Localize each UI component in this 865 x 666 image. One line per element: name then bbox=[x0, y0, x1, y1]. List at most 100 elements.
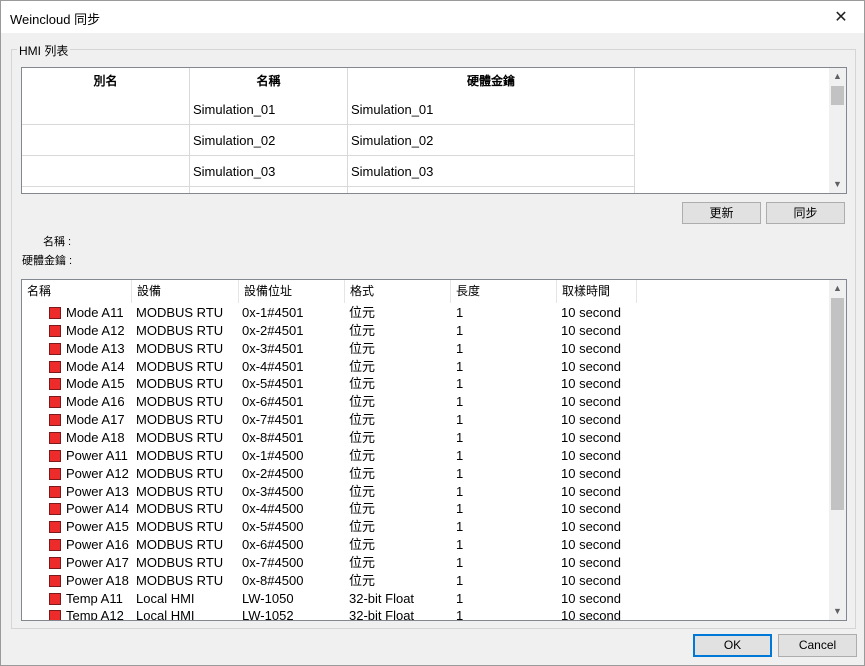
tag-list-row[interactable]: Power A16 MODBUS RTU 0x-6#4500 位元 1 10 second bbox=[22, 536, 830, 554]
red-square-icon bbox=[49, 503, 61, 516]
tag-device-cell: MODBUS RTU bbox=[136, 572, 224, 588]
tag-format-cell: 32-bit Float bbox=[349, 590, 415, 606]
tag-address-cell: 0x-3#4500 bbox=[242, 483, 304, 499]
tag-sampling-cell: 10 second bbox=[561, 322, 621, 338]
hmi-table-row[interactable]: Simulation_03 Simulation_03 bbox=[22, 156, 828, 187]
window-title: Weincloud 同步 bbox=[10, 12, 101, 27]
tag-list-row[interactable]: Mode A17 MODBUS RTU 0x-7#4501 位元 1 10 second bbox=[22, 411, 830, 429]
column-header-hardware-key[interactable]: 硬體金鑰 bbox=[348, 68, 635, 94]
hmi-alias-cell bbox=[22, 94, 190, 125]
red-square-icon bbox=[49, 592, 61, 605]
hmi-name-cell: Simulation_02 bbox=[190, 125, 348, 156]
tag-address-cell: 0x-2#4501 bbox=[242, 322, 304, 338]
tag-length-cell: 1 bbox=[456, 501, 464, 517]
tag-length-cell: 1 bbox=[456, 572, 464, 588]
tag-address-cell: 0x-6#4500 bbox=[242, 537, 304, 553]
tag-length-cell: 1 bbox=[456, 358, 464, 374]
column-header-device[interactable]: 設備 bbox=[132, 280, 239, 303]
tag-device-cell: MODBUS RTU bbox=[136, 322, 224, 338]
tag-name-cell: Power A16 bbox=[66, 537, 129, 553]
red-square-icon bbox=[49, 574, 61, 587]
hmi-table-scrollbar[interactable]: ▲ ▼ bbox=[829, 68, 846, 193]
tag-format-cell: 位元 bbox=[349, 554, 376, 570]
tag-address-cell: 0x-7#4500 bbox=[242, 554, 304, 570]
hmi-table[interactable]: 別名 名稱 硬體金鑰 Simulation_01 Simulation_01 Sim… bbox=[21, 67, 847, 194]
tag-list-row[interactable]: Mode A11 MODBUS RTU 0x-1#4501 位元 1 10 second bbox=[22, 304, 830, 322]
tag-list-row[interactable]: Mode A13 MODBUS RTU 0x-3#4501 位元 1 10 second bbox=[22, 340, 830, 358]
hmi-table-row[interactable]: Simulation_01 Simulation_01 bbox=[22, 94, 828, 125]
tag-format-cell: 位元 bbox=[349, 358, 376, 374]
tag-list-row[interactable]: Power A14 MODBUS RTU 0x-4#4500 位元 1 10 second bbox=[22, 500, 830, 518]
column-header-format[interactable]: 格式 bbox=[345, 280, 451, 303]
tag-sampling-cell: 10 second bbox=[561, 572, 621, 588]
tag-list-row[interactable]: Mode A16 MODBUS RTU 0x-6#4501 位元 1 10 second bbox=[22, 393, 830, 411]
red-square-icon bbox=[49, 521, 61, 534]
tag-device-cell: MODBUS RTU bbox=[136, 554, 224, 570]
tag-list-row[interactable]: Power A15 MODBUS RTU 0x-5#4500 位元 1 10 second bbox=[22, 518, 830, 536]
tag-format-cell: 位元 bbox=[349, 465, 376, 481]
column-header-sampling-time[interactable]: 取樣時間 bbox=[557, 280, 637, 303]
column-header-alias[interactable]: 別名 bbox=[22, 68, 190, 94]
red-square-icon bbox=[49, 449, 61, 462]
tag-list-row[interactable]: Power A17 MODBUS RTU 0x-7#4500 位元 1 10 second bbox=[22, 554, 830, 572]
scrollbar-thumb[interactable] bbox=[831, 86, 844, 105]
tag-list[interactable]: 名稱 設備 設備位址 格式 長度 取樣時間 Mode A11 MODBUS RTU… bbox=[21, 279, 847, 621]
hmi-table-row[interactable] bbox=[22, 187, 828, 193]
tag-length-cell: 1 bbox=[456, 537, 464, 553]
tag-list-scrollbar[interactable]: ▲ ▼ bbox=[829, 280, 846, 620]
tag-device-cell: MODBUS RTU bbox=[136, 501, 224, 517]
tag-list-row[interactable]: Mode A18 MODBUS RTU 0x-8#4501 位元 1 10 second bbox=[22, 429, 830, 447]
tag-sampling-cell: 10 second bbox=[561, 447, 621, 463]
tag-length-cell: 1 bbox=[456, 429, 464, 445]
tag-device-cell: MODBUS RTU bbox=[136, 519, 224, 535]
tag-name-cell: Mode A17 bbox=[66, 412, 125, 428]
scroll-up-icon[interactable]: ▲ bbox=[829, 280, 846, 297]
tag-list-row[interactable]: Power A12 MODBUS RTU 0x-2#4500 位元 1 10 second bbox=[22, 465, 830, 483]
tag-sampling-cell: 10 second bbox=[561, 519, 621, 535]
tag-sampling-cell: 10 second bbox=[561, 358, 621, 374]
refresh-button[interactable]: 更新 bbox=[682, 202, 761, 224]
tag-list-row[interactable]: Mode A12 MODBUS RTU 0x-2#4501 位元 1 10 second bbox=[22, 322, 830, 340]
red-square-icon bbox=[49, 485, 61, 498]
tag-name-cell: Temp A11 bbox=[66, 590, 123, 606]
tag-list-row[interactable]: Mode A15 MODBUS RTU 0x-5#4501 位元 1 10 second bbox=[22, 375, 830, 393]
hmi-key-cell: Simulation_03 bbox=[348, 156, 635, 187]
cancel-button[interactable]: Cancel bbox=[778, 634, 857, 657]
tag-address-cell: 0x-4#4501 bbox=[242, 358, 304, 374]
tag-name-cell: Power A13 bbox=[66, 483, 129, 499]
scroll-up-icon[interactable]: ▲ bbox=[829, 68, 846, 85]
column-header-tag-name[interactable]: 名稱 bbox=[22, 280, 132, 303]
tag-name-cell: Temp A12 bbox=[66, 608, 124, 621]
close-button[interactable]: ✕ bbox=[818, 1, 864, 32]
tag-sampling-cell: 10 second bbox=[561, 590, 621, 606]
scroll-down-icon[interactable]: ▼ bbox=[829, 176, 846, 193]
hmi-key-cell: Simulation_01 bbox=[348, 94, 635, 125]
tag-address-cell: 0x-5#4501 bbox=[242, 376, 304, 392]
hmi-empty-cell bbox=[348, 187, 635, 193]
tag-address-cell: 0x-1#4500 bbox=[242, 447, 304, 463]
red-square-icon bbox=[49, 539, 61, 552]
tag-list-row[interactable]: Mode A14 MODBUS RTU 0x-4#4501 位元 1 10 second bbox=[22, 358, 830, 376]
tag-list-row[interactable]: Power A18 MODBUS RTU 0x-8#4500 位元 1 10 second bbox=[22, 572, 830, 590]
tag-device-cell: MODBUS RTU bbox=[136, 376, 224, 392]
column-header-name[interactable]: 名稱 bbox=[190, 68, 348, 94]
hmi-table-row[interactable]: Simulation_02 Simulation_02 bbox=[22, 125, 828, 156]
tag-list-row[interactable]: Power A11 MODBUS RTU 0x-1#4500 位元 1 10 second bbox=[22, 447, 830, 465]
tag-device-cell: MODBUS RTU bbox=[136, 429, 224, 445]
ok-button[interactable]: OK bbox=[693, 634, 772, 657]
column-header-device-address[interactable]: 設備位址 bbox=[239, 280, 345, 303]
close-icon: ✕ bbox=[834, 8, 848, 26]
sync-button[interactable]: 同步 bbox=[766, 202, 845, 224]
hmi-table-header: 別名 名稱 硬體金鑰 bbox=[22, 68, 828, 94]
tag-format-cell: 位元 bbox=[349, 322, 376, 338]
tag-list-row[interactable]: Temp A12 Local HMI LW-1052 32-bit Float 1 10 … bbox=[22, 607, 830, 621]
red-square-icon bbox=[49, 324, 61, 337]
tag-device-cell: MODBUS RTU bbox=[136, 465, 224, 481]
tag-format-cell: 位元 bbox=[349, 537, 376, 553]
tag-list-row[interactable]: Power A13 MODBUS RTU 0x-3#4500 位元 1 10 second bbox=[22, 483, 830, 501]
tag-list-row[interactable]: Temp A11 Local HMI LW-1050 32-bit Float 1 10 … bbox=[22, 590, 830, 608]
column-header-length[interactable]: 長度 bbox=[451, 280, 557, 303]
scrollbar-thumb[interactable] bbox=[831, 298, 844, 510]
red-square-icon bbox=[49, 610, 61, 620]
scroll-down-icon[interactable]: ▼ bbox=[829, 603, 846, 620]
